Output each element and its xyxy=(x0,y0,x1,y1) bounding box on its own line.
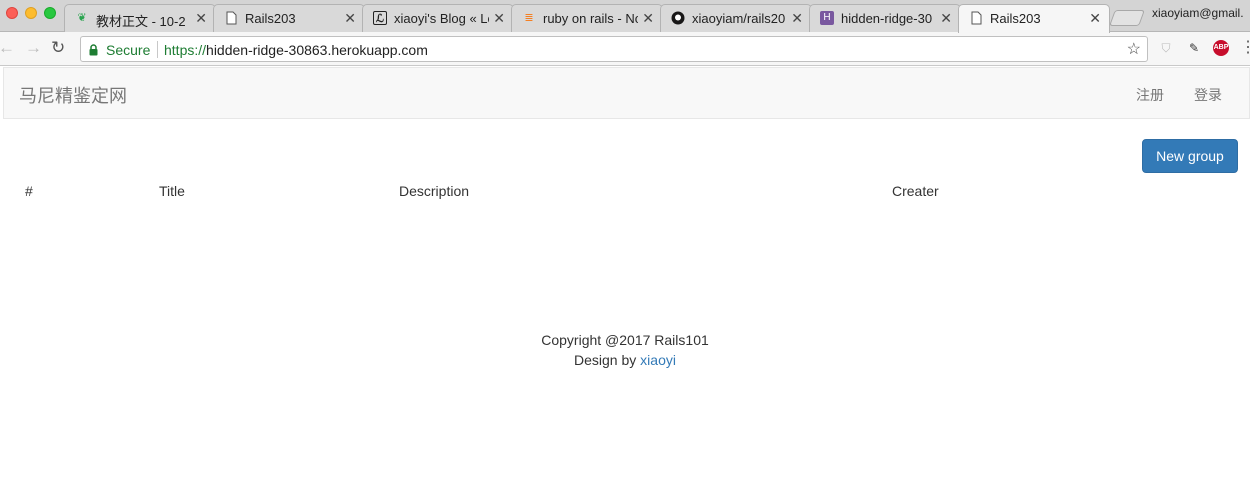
groups-table: # Title Description Creater xyxy=(15,181,1235,207)
browser-tab[interactable]: H hidden-ridge-30 ✕ xyxy=(809,4,961,32)
page-icon xyxy=(224,11,238,25)
browser-tab[interactable]: ≣ ruby on rails - No ✕ xyxy=(511,4,663,32)
tab-title: xiaoyi's Blog « Lo xyxy=(394,11,489,26)
register-link[interactable]: 注册 xyxy=(1136,85,1164,105)
design-prefix: Design by xyxy=(574,352,641,368)
lock-icon xyxy=(89,43,98,56)
stackoverflow-icon: ≣ xyxy=(524,12,534,24)
page-icon xyxy=(969,11,983,25)
page-footer: Copyright @2017 Rails101 Design by xiaoy… xyxy=(0,330,1250,370)
browser-tab[interactable]: ❦ 教材正文 - 10-2 ✕ xyxy=(64,4,216,32)
header-description: Description xyxy=(399,183,470,199)
close-icon[interactable]: ✕ xyxy=(493,9,505,27)
leaf-icon: ❦ xyxy=(77,12,87,24)
tab-title: hidden-ridge-30 xyxy=(841,11,933,26)
browser-tab-active[interactable]: Rails203 ✕ xyxy=(958,4,1110,33)
browser-toolbar: ← → ↻ Secure https://hidden-ridge-30863.… xyxy=(0,32,1250,66)
header-number: # xyxy=(25,183,33,199)
site-brand[interactable]: 马尼精鉴定网 xyxy=(19,82,127,108)
close-icon[interactable]: ✕ xyxy=(940,9,952,27)
close-icon[interactable]: ✕ xyxy=(1089,9,1101,27)
new-tab-button[interactable] xyxy=(1109,10,1145,26)
copyright-text: Copyright @2017 Rails101 xyxy=(541,332,709,348)
tab-title: Rails203 xyxy=(990,11,1041,26)
adblock-extension-icon[interactable]: ABP xyxy=(1213,40,1229,56)
heroku-icon: H xyxy=(820,11,834,25)
tab-title: xiaoyiam/rails20 xyxy=(692,11,786,26)
forward-arrow-icon[interactable]: → xyxy=(25,38,42,58)
tab-title: 教材正文 - 10-2 xyxy=(96,14,186,29)
close-icon[interactable]: ✕ xyxy=(195,9,207,27)
tab-title: Rails203 xyxy=(245,11,296,26)
address-bar[interactable]: Secure https://hidden-ridge-30863.heroku… xyxy=(80,36,1148,62)
header-title: Title xyxy=(159,183,185,199)
new-group-button[interactable]: New group xyxy=(1142,139,1238,173)
github-icon xyxy=(671,11,685,25)
browser-tabstrip: ❦ 教材正文 - 10-2 ✕ Rails203 ✕ ℒ xiaoyi's Bl… xyxy=(0,0,1250,33)
bookmark-star-icon[interactable]: ☆ xyxy=(1127,39,1141,59)
designer-link[interactable]: xiaoyi xyxy=(640,352,676,368)
window-close-button[interactable] xyxy=(6,7,18,19)
tab-title: ruby on rails - No xyxy=(543,11,638,26)
design-credit: Design by xiaoyi xyxy=(0,350,1250,370)
url-host: hidden-ridge-30863.herokuapp.com xyxy=(206,42,428,58)
blog-icon: ℒ xyxy=(373,11,387,25)
window-minimize-button[interactable] xyxy=(25,7,37,19)
menu-icon[interactable]: ⋮ xyxy=(1240,40,1250,56)
evernote-extension-icon[interactable]: ✎ xyxy=(1186,40,1202,56)
table-header-row: # Title Description Creater xyxy=(15,181,1235,207)
header-creater: Creater xyxy=(892,183,939,199)
secure-label: Secure xyxy=(106,42,151,58)
close-icon[interactable]: ✕ xyxy=(344,9,356,27)
omnibox-divider xyxy=(157,41,158,58)
shield-extension-icon[interactable]: ⛉ xyxy=(1158,40,1174,56)
site-navbar: 马尼精鉴定网 注册 登录 xyxy=(3,67,1250,119)
close-icon[interactable]: ✕ xyxy=(642,9,654,27)
url-scheme: https:// xyxy=(164,42,207,58)
reload-icon[interactable]: ↻ xyxy=(51,38,65,58)
login-link[interactable]: 登录 xyxy=(1194,85,1222,105)
browser-tab[interactable]: xiaoyiam/rails20 ✕ xyxy=(660,4,812,32)
back-arrow-icon[interactable]: ← xyxy=(0,38,15,58)
browser-tab[interactable]: Rails203 ✕ xyxy=(213,4,365,32)
url-text[interactable]: https://hidden-ridge-30863.herokuapp.com xyxy=(164,42,428,58)
profile-name[interactable]: xiaoyiam@gmail. xyxy=(1152,6,1244,20)
close-icon[interactable]: ✕ xyxy=(791,9,803,27)
browser-tab[interactable]: ℒ xiaoyi's Blog « Lo ✕ xyxy=(362,4,514,32)
window-maximize-button[interactable] xyxy=(44,7,56,19)
